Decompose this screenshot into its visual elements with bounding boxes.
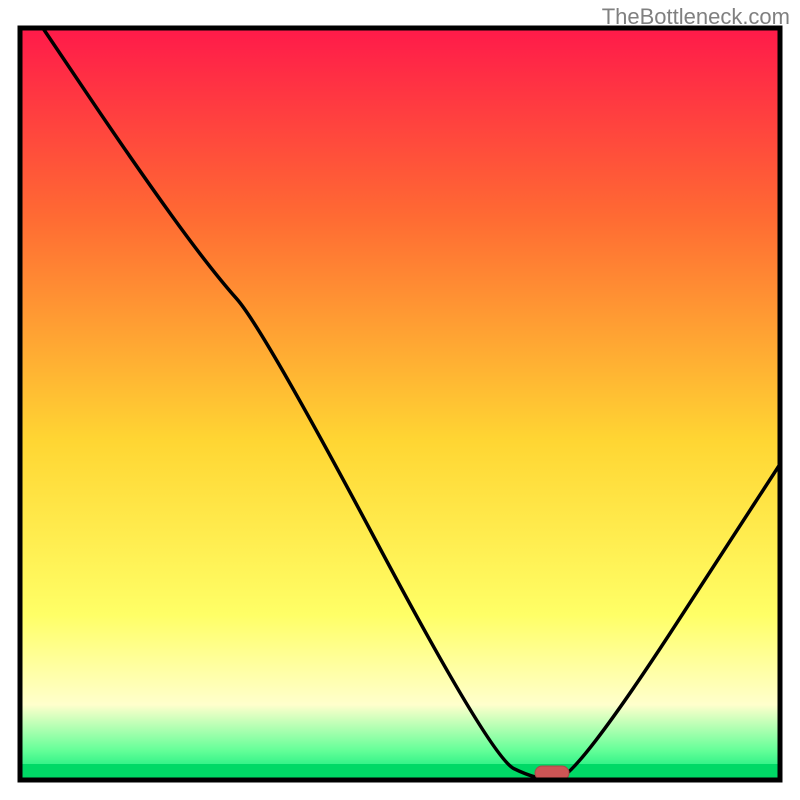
bottleneck-chart	[0, 0, 800, 800]
watermark-text: TheBottleneck.com	[602, 4, 790, 30]
plot-background	[20, 28, 780, 780]
